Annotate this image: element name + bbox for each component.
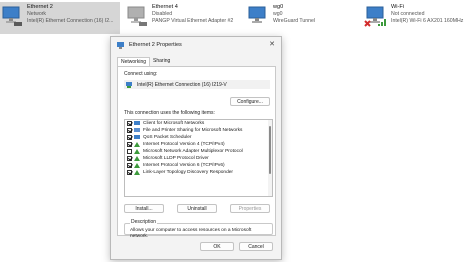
connect-using-label: Connect using: [124,71,158,77]
adapter-status: Not connected [391,11,425,17]
adapter-name: wg0 [273,4,284,10]
protocol-icon [134,163,140,168]
protocol-icon [134,149,140,154]
item-label: Microsoft LLDP Protocol Driver [143,156,209,161]
list-item[interactable]: Microsoft LLDP Protocol Driver [125,155,272,162]
adapter-status: Network [27,11,47,17]
checkbox[interactable] [127,135,132,140]
adapter-device: WireGuard Tunnel [273,18,316,24]
adapter-name: Ethernet 4 [152,4,178,10]
ok-button[interactable]: OK [200,242,234,251]
description-text: Allows your computer to access resources… [130,228,252,239]
list-scrollbar[interactable] [268,120,272,196]
dialog-titlebar: Ethernet 2 Properties ✕ [111,37,281,53]
sharing-icon [134,128,140,132]
adapter-device: Intel(R) Wi-Fi 6 AX201 160MHz [391,18,464,24]
tab-networking[interactable]: Networking [117,57,151,66]
properties-dialog: Ethernet 2 Properties ✕ Networking Shari… [110,36,282,260]
items-label: This connection uses the following items… [124,110,215,116]
adapter-device: PANGP Virtual Ethernet Adapter #2 [152,18,234,24]
checkbox[interactable] [127,121,132,126]
adapter-status: Disabled [152,11,173,17]
item-label: Link-Layer Topology Discovery Responder [143,170,234,175]
install-button[interactable]: Install... [124,204,164,213]
list-item[interactable]: Link-Layer Topology Discovery Responder [125,169,272,176]
item-label: File and Printer Sharing for Microsoft N… [143,128,243,133]
configure-button[interactable]: Configure... [230,97,270,106]
adapter-field: Intel(R) Ethernet Connection (16) I219-V [124,80,270,89]
wifi-adapter-disconnected-icon [364,4,388,28]
protocol-icon [134,170,140,175]
item-label: Internet Protocol Version 4 (TCP/IPv4) [143,142,225,147]
networking-panel: Connect using: Intel(R) Ethernet Connect… [117,66,276,239]
checkbox[interactable] [127,149,132,154]
tab-sharing[interactable]: Sharing [150,57,173,66]
checkbox[interactable] [127,170,132,175]
dialog-title: Ethernet 2 Properties [129,42,182,48]
adapter-name-value: Intel(R) Ethernet Connection (16) I219-V [137,81,227,88]
list-item[interactable]: Internet Protocol Version 4 (TCP/IPv4) [125,141,272,148]
network-adapter-icon [126,81,132,88]
list-item[interactable]: Microsoft Network Adapter Multiplexor Pr… [125,148,272,155]
network-adapter-icon [117,41,124,49]
list-item[interactable]: QoS Packet Scheduler [125,134,272,141]
properties-button[interactable]: Properties [230,204,270,213]
checkbox[interactable] [127,142,132,147]
close-icon[interactable]: ✕ [269,40,275,48]
adapter-wg0[interactable]: wg0 wg0 WireGuard Tunnel [246,2,341,34]
adapter-status: wg0 [273,11,283,17]
tab-bar: Networking Sharing [117,57,173,66]
adapter-device: Intel(R) Ethernet Connection (16) I2... [27,18,114,24]
uninstall-button[interactable]: Uninstall [177,204,217,213]
list-item[interactable]: File and Printer Sharing for Microsoft N… [125,127,272,134]
item-label: Client for Microsoft Networks [143,121,205,126]
protocol-icon [134,142,140,147]
protocol-icon [134,156,140,161]
description-title: Description [130,219,158,225]
list-item[interactable]: Internet Protocol Version 6 (TCP/IPv6) [125,162,272,169]
network-adapter-icon [246,4,270,28]
adapter-ethernet-2[interactable]: Ethernet 2 Network Intel(R) Ethernet Con… [0,2,120,34]
adapter-ethernet-4[interactable]: Ethernet 4 Disabled PANGP Virtual Ethern… [125,2,240,34]
item-label: Microsoft Network Adapter Multiplexor Pr… [143,149,243,154]
item-label: QoS Packet Scheduler [143,135,192,140]
checkbox[interactable] [127,163,132,168]
adapter-name: Ethernet 2 [27,4,53,10]
client-icon [134,121,140,125]
checkbox[interactable] [127,128,132,133]
scrollbar-thumb[interactable] [269,126,271,174]
adapter-wifi[interactable]: Wi-Fi Not connected Intel(R) Wi-Fi 6 AX2… [364,2,474,34]
adapter-name: Wi-Fi [391,4,405,10]
network-adapter-disabled-icon [125,4,149,28]
item-label: Internet Protocol Version 6 (TCP/IPv6) [143,163,225,168]
components-list[interactable]: Client for Microsoft Networks File and P… [124,119,273,197]
list-item[interactable]: Client for Microsoft Networks [125,120,272,127]
scheduler-icon [134,135,140,139]
network-adapter-icon [0,4,24,28]
cancel-button[interactable]: Cancel [239,242,273,251]
checkbox[interactable] [127,156,132,161]
